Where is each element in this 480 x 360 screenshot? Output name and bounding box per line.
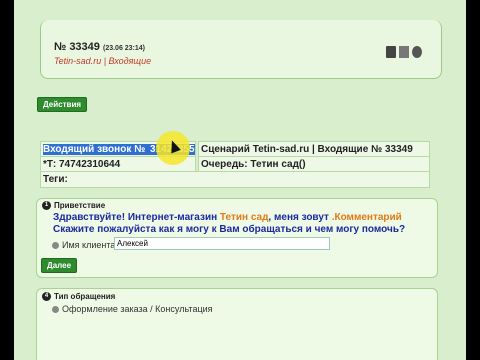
order-date: (23.06 23:14) bbox=[102, 45, 146, 52]
client-name-label-text: Имя клиента* bbox=[62, 240, 119, 250]
step-number-4: 4 bbox=[42, 292, 51, 302]
order-number: № 33349 bbox=[54, 41, 100, 53]
greeting-header: 1 Приветствие bbox=[42, 201, 106, 211]
greeting-text: Здравствуйте! Интернет-магазин bbox=[53, 212, 220, 223]
request-type-option-text: Оформление заказа / Консультация bbox=[62, 304, 213, 314]
comment-tag: .Комментарий bbox=[331, 212, 402, 223]
actions-button[interactable]: Действия bbox=[37, 97, 88, 112]
folder-icon[interactable] bbox=[386, 46, 396, 58]
page: № 33349 (23.06 23:14) Tetin-sad.ru | Вхо… bbox=[0, 0, 480, 360]
request-type-option[interactable]: Оформление заказа / Консультация bbox=[52, 304, 213, 314]
next-button[interactable]: Далее bbox=[41, 258, 78, 273]
client-name-input[interactable] bbox=[114, 237, 330, 250]
order-source[interactable]: Tetin-sad.ru | Входящие bbox=[54, 56, 151, 66]
step-number: 1 bbox=[42, 201, 51, 211]
greeting-title: Приветствие bbox=[54, 201, 106, 210]
left-frame bbox=[0, 0, 14, 360]
right-frame bbox=[466, 0, 480, 360]
tags-cell[interactable]: Теги: bbox=[40, 171, 430, 188]
document-icon[interactable] bbox=[399, 46, 409, 58]
incoming-call-label: Входящий звонок № bbox=[43, 144, 149, 155]
shop-name: Тетин сад bbox=[219, 212, 269, 223]
order-title: № 33349 (23.06 23:14) bbox=[54, 41, 145, 53]
help-icon bbox=[52, 306, 59, 314]
request-type-title: Тип обращения bbox=[54, 292, 116, 301]
request-type-header: 4 Тип обращения bbox=[42, 292, 116, 302]
greeting-text-2: , меня зовут bbox=[268, 212, 332, 223]
pin-icon[interactable] bbox=[412, 46, 422, 58]
order-icons bbox=[386, 46, 422, 58]
greeting-question: Скажите пожалуйста как я могу к Вам обра… bbox=[53, 224, 406, 235]
help-icon bbox=[52, 242, 59, 250]
client-name-label: Имя клиента* bbox=[52, 240, 119, 250]
greeting-script: Здравствуйте! Интернет-магазин Тетин сад… bbox=[53, 212, 405, 236]
